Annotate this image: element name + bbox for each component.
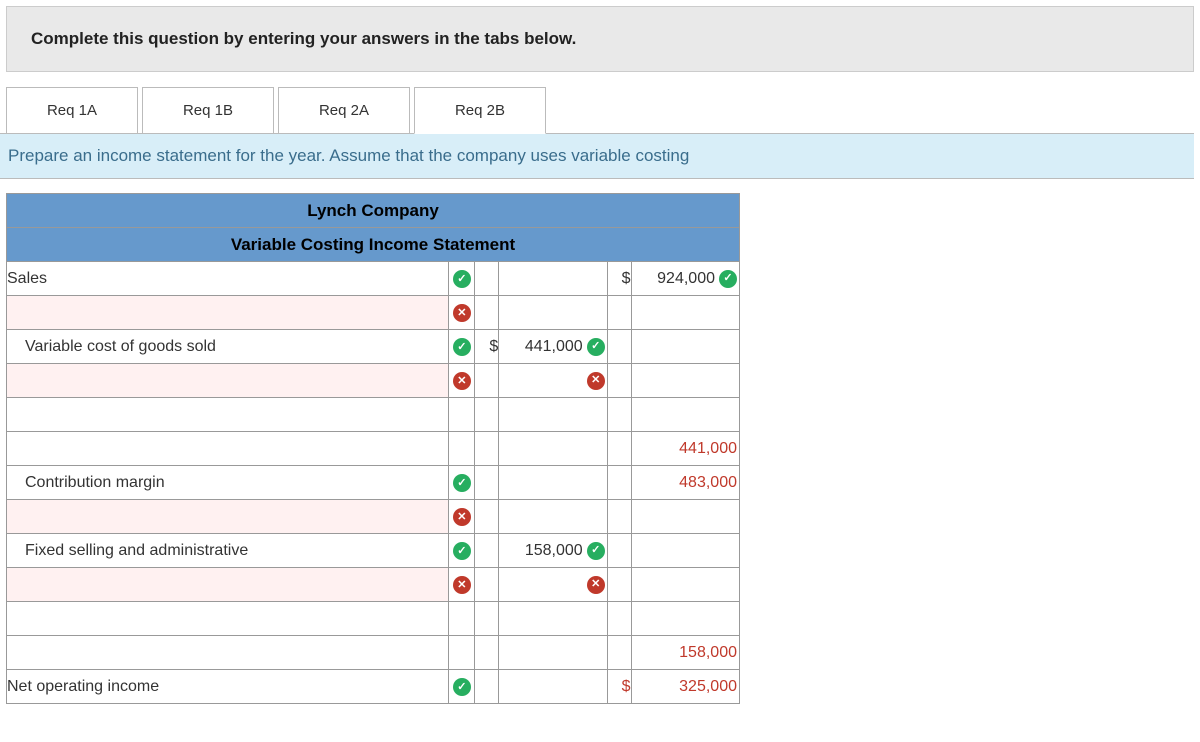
cross-icon: ✕	[453, 508, 471, 526]
check-icon: ✓	[453, 678, 471, 696]
row-total-variable: 441,000	[7, 432, 740, 466]
cross-icon: ✕	[587, 372, 605, 390]
status-blank-3: ✕	[449, 500, 475, 534]
label-blank-3[interactable]	[7, 500, 449, 534]
row-noi: Net operating income ✓ $ 325,000	[7, 670, 740, 704]
value-blank-1b[interactable]	[631, 296, 739, 330]
value-blank-4a[interactable]: ✕	[499, 568, 607, 602]
row-vcogs: Variable cost of goods sold ✓ $ 441,000✓	[7, 330, 740, 364]
row-blank-4: ✕ ✕	[7, 568, 740, 602]
label-cm[interactable]: Contribution margin	[7, 466, 449, 500]
value-total-fixed: 158,000	[631, 636, 739, 670]
row-sales: Sales ✓ $ 924,000✓	[7, 262, 740, 296]
cross-icon: ✕	[453, 372, 471, 390]
check-icon: ✓	[453, 542, 471, 560]
status-sales-label: ✓	[449, 262, 475, 296]
check-icon: ✓	[453, 338, 471, 356]
company-header: Lynch Company	[7, 194, 740, 228]
label-blank-1[interactable]	[7, 296, 449, 330]
value-noi: 325,000	[631, 670, 739, 704]
fsa-amount: 158,000	[525, 542, 583, 560]
currency-sales: $	[607, 262, 631, 296]
cross-icon: ✕	[453, 304, 471, 322]
value-fsa[interactable]: 158,000✓	[499, 534, 607, 568]
label-fsa[interactable]: Fixed selling and administrative	[7, 534, 449, 568]
cm-amount: 483,000	[679, 474, 737, 492]
label-total-variable[interactable]	[7, 432, 449, 466]
row-fsa: Fixed selling and administrative ✓ 158,0…	[7, 534, 740, 568]
statement-title: Variable Costing Income Statement	[7, 228, 740, 262]
check-icon: ✓	[587, 542, 605, 560]
status-cm: ✓	[449, 466, 475, 500]
currency-noi: $	[607, 670, 631, 704]
status-fsa: ✓	[449, 534, 475, 568]
label-noi[interactable]: Net operating income	[7, 670, 449, 704]
value-vcogs[interactable]: 441,000✓	[499, 330, 607, 364]
row-spacer-2	[7, 602, 740, 636]
sales-amount: 924,000	[657, 270, 715, 288]
check-icon: ✓	[453, 474, 471, 492]
currency-col1	[475, 262, 499, 296]
row-total-fixed: 158,000	[7, 636, 740, 670]
check-icon: ✓	[587, 338, 605, 356]
value-col1-sales[interactable]	[499, 262, 607, 296]
row-spacer-1	[7, 398, 740, 432]
tabs-row: Req 1A Req 1B Req 2A Req 2B	[6, 86, 1200, 133]
check-icon: ✓	[453, 270, 471, 288]
value-blank-2b[interactable]	[631, 364, 739, 398]
status-blank-4: ✕	[449, 568, 475, 602]
value-cm: 483,000	[631, 466, 739, 500]
label-blank-2[interactable]	[7, 364, 449, 398]
label-total-fixed[interactable]	[7, 636, 449, 670]
value-sales[interactable]: 924,000✓	[631, 262, 739, 296]
status-blank-1: ✕	[449, 296, 475, 330]
label-sales[interactable]: Sales	[7, 262, 449, 296]
value-blank-2a[interactable]: ✕	[499, 364, 607, 398]
cross-icon: ✕	[587, 576, 605, 594]
income-statement-table: Lynch Company Variable Costing Income St…	[6, 193, 740, 704]
value-total-variable: 441,000	[631, 432, 739, 466]
currency-vcogs: $	[475, 330, 499, 364]
tab-req-1b[interactable]: Req 1B	[142, 87, 274, 134]
vcogs-amount: 441,000	[525, 338, 583, 356]
tab-req-2b[interactable]: Req 2B	[414, 87, 546, 134]
status-vcogs-label: ✓	[449, 330, 475, 364]
tab-req-2a[interactable]: Req 2A	[278, 87, 410, 134]
value-blank-1a[interactable]	[499, 296, 607, 330]
noi-amount: 325,000	[679, 678, 737, 696]
status-noi: ✓	[449, 670, 475, 704]
label-spacer-2[interactable]	[7, 602, 449, 636]
tab-instruction: Prepare an income statement for the year…	[0, 133, 1194, 179]
row-blank-1: ✕	[7, 296, 740, 330]
total-variable-amount: 441,000	[679, 440, 737, 458]
check-icon: ✓	[719, 270, 737, 288]
row-cm: Contribution margin ✓ 483,000	[7, 466, 740, 500]
label-vcogs[interactable]: Variable cost of goods sold	[7, 330, 449, 364]
status-blank-2: ✕	[449, 364, 475, 398]
label-spacer-1[interactable]	[7, 398, 449, 432]
value-vcogs-col2[interactable]	[631, 330, 739, 364]
row-blank-2: ✕ ✕	[7, 364, 740, 398]
cross-icon: ✕	[453, 576, 471, 594]
tab-req-1a[interactable]: Req 1A	[6, 87, 138, 134]
row-blank-3: ✕	[7, 500, 740, 534]
total-fixed-amount: 158,000	[679, 644, 737, 662]
instruction-bar: Complete this question by entering your …	[6, 6, 1194, 72]
label-blank-4[interactable]	[7, 568, 449, 602]
